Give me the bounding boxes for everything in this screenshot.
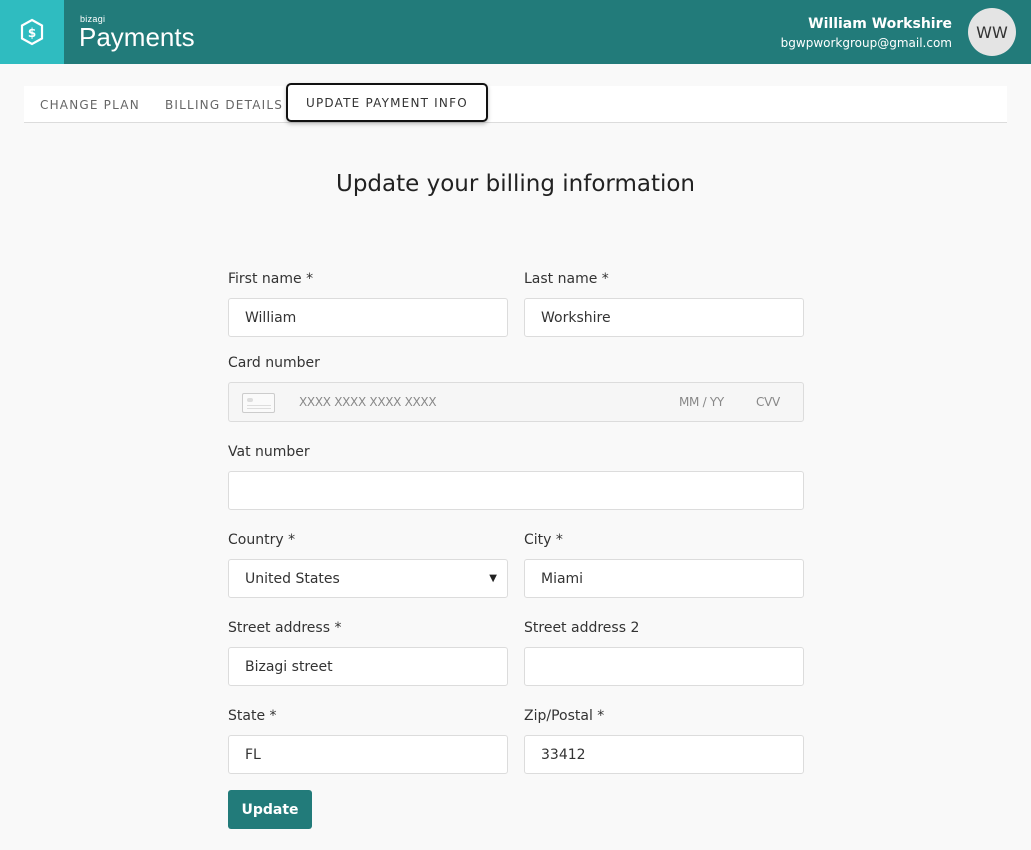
card-expiry-input[interactable]: MM / YY xyxy=(679,395,724,409)
first-name-label: First name * xyxy=(228,271,314,287)
street-address-2-label: Street address 2 xyxy=(524,620,640,636)
street-address-label: Street address * xyxy=(228,620,342,636)
zip-label: Zip/Postal * xyxy=(524,708,605,724)
user-email: bgwpworkgroup@gmail.com xyxy=(780,36,952,50)
card-number-input[interactable]: XXXX XXXX XXXX XXXX xyxy=(299,395,437,409)
tab-billing-details[interactable]: BILLING DETAILS xyxy=(165,86,283,123)
credit-card-icon xyxy=(242,393,275,413)
page-title: Update your billing information xyxy=(335,171,696,197)
first-name-field[interactable]: William xyxy=(228,298,508,337)
street-address-field[interactable]: Bizagi street xyxy=(228,647,508,686)
svg-text:$: $ xyxy=(28,26,36,40)
dollar-hexagon-icon: $ xyxy=(20,18,44,46)
card-input[interactable]: XXXX XXXX XXXX XXXX MM / YY CVV xyxy=(228,382,804,422)
country-select[interactable]: United States ▼ xyxy=(228,559,508,598)
state-field[interactable]: FL xyxy=(228,735,508,774)
update-button[interactable]: Update xyxy=(228,790,312,829)
last-name-field[interactable]: Workshire xyxy=(524,298,804,337)
country-value: United States xyxy=(245,570,340,587)
city-field[interactable]: Miami xyxy=(524,559,804,598)
tab-update-payment-info[interactable]: UPDATE PAYMENT INFO xyxy=(286,83,488,122)
state-label: State * xyxy=(228,708,277,724)
app-title: Payments xyxy=(79,22,195,52)
zip-field[interactable]: 33412 xyxy=(524,735,804,774)
vat-number-field[interactable] xyxy=(228,471,804,510)
app-header: $ bizagi Payments William Workshire bgwp… xyxy=(0,0,1031,64)
card-cvv-input[interactable]: CVV xyxy=(756,395,780,409)
chevron-down-icon: ▼ xyxy=(489,573,497,584)
vat-number-label: Vat number xyxy=(228,444,310,460)
street-address-2-field[interactable] xyxy=(524,647,804,686)
city-label: City * xyxy=(524,532,563,548)
card-number-label: Card number xyxy=(228,355,320,371)
tab-change-plan[interactable]: CHANGE PLAN xyxy=(40,86,140,123)
avatar[interactable]: WW xyxy=(968,8,1016,56)
last-name-label: Last name * xyxy=(524,271,609,287)
tab-bar: CHANGE PLAN BILLING DETAILS UPDATE PAYME… xyxy=(24,83,1007,123)
logo[interactable]: $ xyxy=(0,0,64,64)
user-name: William Workshire xyxy=(808,16,952,32)
country-label: Country * xyxy=(228,532,296,548)
